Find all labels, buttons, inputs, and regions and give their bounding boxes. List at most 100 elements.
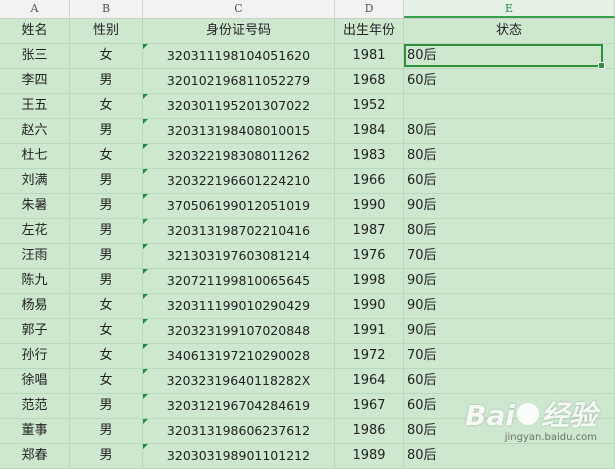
cell-id[interactable]: 320312196704284619 — [143, 394, 335, 418]
cell-name[interactable]: 郑春 — [0, 444, 70, 468]
table-row: 李四男 320102196811052279 1968 60后 — [0, 69, 615, 94]
cell-year[interactable]: 1966 — [335, 169, 404, 193]
header-cell-year[interactable]: 出生年份 — [335, 19, 404, 43]
cell-name[interactable]: 汪雨 — [0, 244, 70, 268]
cell-state[interactable]: 70后 — [404, 244, 615, 268]
cell-name[interactable]: 陈九 — [0, 269, 70, 293]
cell-name[interactable]: 孙行 — [0, 344, 70, 368]
cell-id-text: 370506199012051019 — [166, 198, 311, 213]
cell-gender[interactable]: 男 — [70, 169, 143, 193]
cell-year[interactable]: 1983 — [335, 144, 404, 168]
cell-name[interactable]: 刘满 — [0, 169, 70, 193]
cell-id[interactable]: 320322196601224210 — [143, 169, 335, 193]
cell-id[interactable]: 320303198901101212 — [143, 444, 335, 468]
column-header-d[interactable]: D — [335, 0, 404, 18]
cell-gender[interactable]: 男 — [70, 219, 143, 243]
cell-year[interactable]: 1990 — [335, 294, 404, 318]
cell-year[interactable]: 1987 — [335, 219, 404, 243]
cell-id[interactable]: 321303197603081214 — [143, 244, 335, 268]
cell-name[interactable]: 董事 — [0, 419, 70, 443]
cell-gender[interactable]: 女 — [70, 319, 143, 343]
cell-year[interactable]: 1952 — [335, 94, 404, 118]
header-cell-name[interactable]: 姓名 — [0, 19, 70, 43]
cell-state[interactable]: 70后 — [404, 344, 615, 368]
cell-state[interactable]: 80后 — [404, 144, 615, 168]
cell-gender[interactable]: 女 — [70, 94, 143, 118]
column-header-b[interactable]: B — [70, 0, 143, 18]
cell-gender[interactable]: 男 — [70, 444, 143, 468]
cell-gender[interactable]: 女 — [70, 144, 143, 168]
column-header-e[interactable]: E — [404, 0, 615, 18]
cell-year[interactable]: 1989 — [335, 444, 404, 468]
cell-id[interactable]: 370506199012051019 — [143, 194, 335, 218]
cell-gender[interactable]: 女 — [70, 369, 143, 393]
cell-year[interactable]: 1991 — [335, 319, 404, 343]
cell-id[interactable]: 320322198308011262 — [143, 144, 335, 168]
cell-name[interactable]: 张三 — [0, 44, 70, 68]
cell-name[interactable]: 朱暑 — [0, 194, 70, 218]
cell-name[interactable]: 徐唱 — [0, 369, 70, 393]
cell-year[interactable]: 1990 — [335, 194, 404, 218]
cell-name[interactable]: 左花 — [0, 219, 70, 243]
cell-year[interactable]: 1972 — [335, 344, 404, 368]
cell-id[interactable]: 320323199107020848 — [143, 319, 335, 343]
cell-gender[interactable]: 男 — [70, 119, 143, 143]
cell-state[interactable]: 80后 — [404, 444, 615, 468]
cell-state[interactable]: 90后 — [404, 319, 615, 343]
header-cell-state[interactable]: 状态 — [404, 19, 615, 43]
cell-year[interactable]: 1976 — [335, 244, 404, 268]
column-header-a[interactable]: A — [0, 0, 70, 18]
cell-id[interactable]: 320301195201307022 — [143, 94, 335, 118]
cell-state[interactable]: 80后 — [404, 219, 615, 243]
error-indicator-icon — [143, 444, 148, 449]
cell-year[interactable]: 1986 — [335, 419, 404, 443]
cell-name[interactable]: 王五 — [0, 94, 70, 118]
cell-id[interactable]: 320313198606237612 — [143, 419, 335, 443]
cell-year[interactable]: 1981 — [335, 44, 404, 68]
cell-name[interactable]: 范范 — [0, 394, 70, 418]
cell-year[interactable]: 1968 — [335, 69, 404, 93]
cell-gender[interactable]: 女 — [70, 294, 143, 318]
cell-year[interactable]: 1998 — [335, 269, 404, 293]
cell-gender[interactable]: 男 — [70, 419, 143, 443]
cell-id[interactable]: 320311199010290429 — [143, 294, 335, 318]
column-header-c[interactable]: C — [143, 0, 335, 18]
cell-gender[interactable]: 男 — [70, 394, 143, 418]
cell-state[interactable]: 90后 — [404, 269, 615, 293]
cell-year[interactable]: 1984 — [335, 119, 404, 143]
cell-year[interactable]: 1964 — [335, 369, 404, 393]
cell-id[interactable]: 320102196811052279 — [143, 69, 335, 93]
cell-gender[interactable]: 男 — [70, 69, 143, 93]
column-header-row: A B C D E — [0, 0, 615, 19]
cell-id[interactable]: 320313198408010015 — [143, 119, 335, 143]
cell-year[interactable]: 1967 — [335, 394, 404, 418]
cell-state[interactable]: 90后 — [404, 294, 615, 318]
cell-id[interactable]: 320311198104051620 — [143, 44, 335, 68]
cell-state[interactable]: 80后 — [404, 119, 615, 143]
watermark-logo-left: Bai — [465, 399, 515, 432]
cell-name[interactable]: 郭子 — [0, 319, 70, 343]
cell-id[interactable]: 320721199810065645 — [143, 269, 335, 293]
cell-id[interactable]: 32032319640118282X — [143, 369, 335, 393]
cell-state[interactable]: 60后 — [404, 69, 615, 93]
cell-id[interactable]: 340613197210290028 — [143, 344, 335, 368]
cell-state[interactable]: 90后 — [404, 194, 615, 218]
cell-id[interactable]: 320313198702210416 — [143, 219, 335, 243]
cell-gender[interactable]: 男 — [70, 194, 143, 218]
header-cell-id[interactable]: 身份证号码 — [143, 19, 335, 43]
cell-gender[interactable]: 男 — [70, 269, 143, 293]
cell-gender[interactable]: 女 — [70, 44, 143, 68]
cell-gender[interactable]: 男 — [70, 244, 143, 268]
cell-state[interactable]: 80后 — [404, 44, 615, 68]
cell-state[interactable]: 60后 — [404, 169, 615, 193]
table-row: 徐唱女 32032319640118282X 1964 60后 — [0, 369, 615, 394]
header-cell-gender[interactable]: 性别 — [70, 19, 143, 43]
cell-state[interactable]: 60后 — [404, 369, 615, 393]
cell-name[interactable]: 赵六 — [0, 119, 70, 143]
cell-gender[interactable]: 女 — [70, 344, 143, 368]
cell-name[interactable]: 李四 — [0, 69, 70, 93]
cell-name[interactable]: 杨易 — [0, 294, 70, 318]
error-indicator-icon — [143, 44, 148, 49]
cell-state[interactable] — [404, 94, 615, 118]
cell-name[interactable]: 杜七 — [0, 144, 70, 168]
